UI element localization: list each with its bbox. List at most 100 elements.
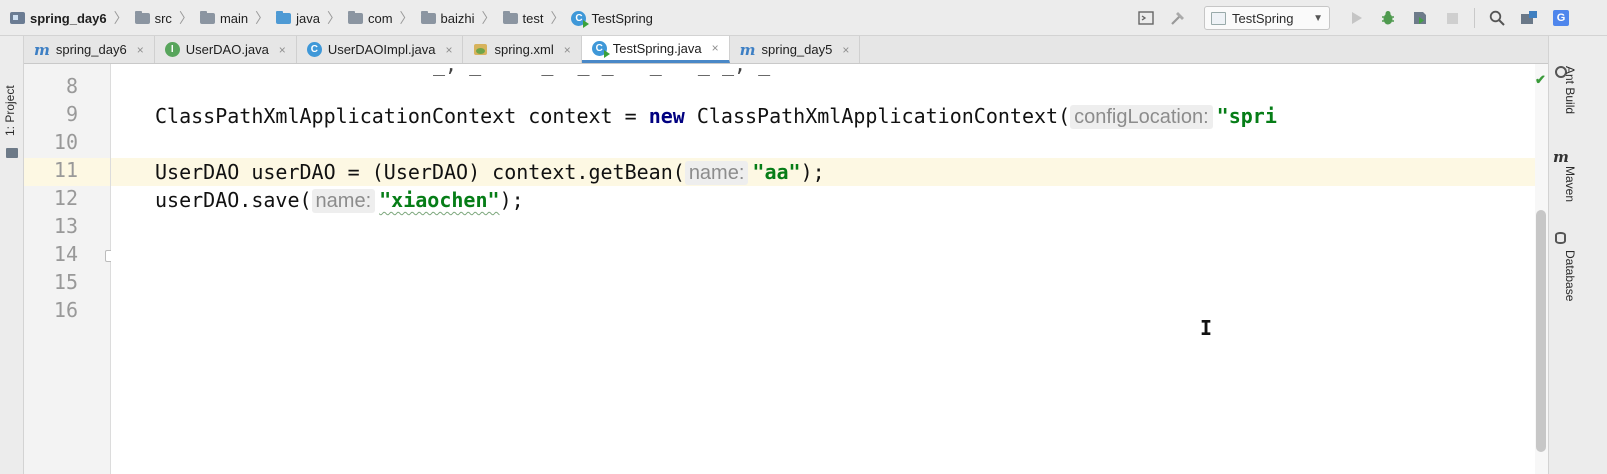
chevron-right-icon: 〉 <box>255 10 270 26</box>
chevron-right-icon: 〉 <box>399 10 414 26</box>
tab-label: spring_day6 <box>55 42 127 57</box>
chevron-down-icon: ▼ <box>1313 12 1323 24</box>
chevron-right-icon: 〉 <box>481 10 496 26</box>
code-token: userDAO.save( <box>155 188 312 212</box>
tab-label: TestSpring.java <box>612 40 702 56</box>
class-icon: C <box>571 10 590 28</box>
breadcrumb-item-spring-day6[interactable]: spring_day6 <box>10 11 107 26</box>
close-icon[interactable]: × <box>564 43 571 57</box>
code-editor[interactable]: _, _ _ _ _ _ _ _, _ ClassPathXmlApplicat… <box>111 64 1535 474</box>
close-icon[interactable]: × <box>842 43 849 57</box>
line-number: 8 <box>65 74 78 98</box>
breadcrumb-label: main <box>219 10 249 26</box>
tab-spring-xml[interactable]: spring.xml × <box>463 36 582 63</box>
google-icon[interactable]: G <box>1553 10 1569 26</box>
window-icon <box>1138 11 1154 25</box>
run-with-coverage-button[interactable] <box>1407 5 1433 31</box>
code-token: UserDAO userDAO = (UserDAO) context.getB… <box>155 160 685 184</box>
tab-userdao-java[interactable]: I UserDAO.java × <box>155 36 297 63</box>
code-line-partial: _, _ _ _ _ _ _ _, _ <box>433 64 771 76</box>
folder-icon <box>199 10 215 24</box>
breadcrumb-item-testspring[interactable]: C TestSpring <box>571 10 653 28</box>
maven-icon: m <box>34 40 50 59</box>
chevron-right-icon: 〉 <box>113 10 128 26</box>
maven-icon: m <box>739 40 756 59</box>
code-token: ); <box>800 160 825 184</box>
database-icon <box>1555 232 1566 244</box>
project-structure-button[interactable] <box>1133 5 1159 31</box>
breadcrumb-item-baizhi[interactable]: baizhi <box>420 10 475 26</box>
string-token: "xiaochen" <box>379 188 500 212</box>
project-tool-window-button[interactable]: 1: Project <box>3 85 17 136</box>
build-button[interactable] <box>1165 5 1191 31</box>
chevron-right-icon: 〉 <box>178 10 193 26</box>
hammer-icon <box>1171 12 1184 25</box>
code-token: context = <box>516 104 649 128</box>
database-tool-window-button[interactable]: Database <box>1563 250 1577 301</box>
source-folder-icon <box>276 10 292 24</box>
package-icon <box>420 10 436 24</box>
search-everywhere-button[interactable] <box>1484 5 1510 31</box>
breadcrumb-label: spring_day6 <box>30 10 107 26</box>
tab-testspring-java[interactable]: C TestSpring.java × <box>581 36 730 63</box>
class-icon: C <box>591 40 610 58</box>
debug-button[interactable] <box>1375 5 1401 31</box>
close-icon[interactable]: × <box>445 43 452 57</box>
code-line-12: userDAO.save(name: "xiaochen"); <box>155 186 524 214</box>
code-token: ClassPathXmlApplicationContext( <box>684 104 1071 128</box>
breadcrumb-item-test[interactable]: test <box>502 10 544 26</box>
breadcrumb-label: com <box>367 10 393 26</box>
keyword-token: new <box>648 104 685 128</box>
breadcrumb-label: baizhi <box>440 10 475 26</box>
stop-button[interactable] <box>1439 5 1465 31</box>
tab-spring-day5[interactable]: m spring_day5 × <box>730 36 861 63</box>
vcs-button[interactable] <box>1516 5 1542 31</box>
package-icon <box>347 10 363 24</box>
breadcrumb-item-java[interactable]: java <box>276 10 320 26</box>
folder-icon <box>134 10 150 24</box>
parameter-hint: name: <box>684 161 749 185</box>
tab-spring-day6[interactable]: m spring_day6 × <box>24 36 155 63</box>
type-token: ClassPathXmlApplicationContext <box>155 104 517 128</box>
play-icon <box>1352 12 1362 24</box>
stop-icon <box>1446 12 1458 24</box>
vcs-icon <box>1521 11 1537 24</box>
right-tool-stripe: G Ant Build m Maven Database <box>1548 10 1607 474</box>
ant-build-tool-window-button[interactable]: Ant Build <box>1563 66 1577 114</box>
interface-icon: I <box>164 42 180 57</box>
inspection-ok-icon[interactable]: ✔ <box>1535 72 1546 88</box>
line-number: 14 <box>53 242 78 266</box>
parameter-hint: configLocation: <box>1070 105 1213 129</box>
breadcrumb-item-com[interactable]: com <box>347 10 393 26</box>
maven-tool-window-button[interactable]: Maven <box>1563 166 1577 202</box>
vertical-scrollbar-thumb[interactable] <box>1536 210 1546 452</box>
run-configuration-label: TestSpring <box>1232 10 1294 26</box>
close-icon[interactable]: × <box>712 41 719 55</box>
breadcrumb-item-main[interactable]: main <box>199 10 249 26</box>
navigation-bar: spring_day6 〉 src 〉 main 〉 java 〉 com 〉 … <box>0 0 1607 36</box>
breadcrumb-item-src[interactable]: src <box>134 10 172 26</box>
left-tool-stripe: 1: Project <box>0 36 24 474</box>
breadcrumb-label: test <box>522 10 544 26</box>
string-token: "spri <box>1216 104 1277 128</box>
line-number-gutter[interactable]: 8 9 10 11 12 13 14 15 16 <box>24 64 116 474</box>
search-icon <box>1489 10 1505 26</box>
chevron-right-icon: 〉 <box>326 10 341 26</box>
chevron-right-icon: 〉 <box>550 10 565 26</box>
line-number: 11 <box>53 158 78 182</box>
close-icon[interactable]: × <box>137 43 144 57</box>
main-toolbar: TestSpring ▼ <box>1130 0 1545 36</box>
tab-userdaoimpl-java[interactable]: C UserDAOImpl.java × <box>297 36 464 63</box>
run-button[interactable] <box>1343 5 1369 31</box>
tab-label: UserDAO.java <box>185 42 269 57</box>
tab-label: spring_day5 <box>761 42 833 57</box>
maven-icon: m <box>1553 148 1569 166</box>
run-configuration-select[interactable]: TestSpring ▼ <box>1204 6 1330 30</box>
run-configuration-icon <box>1211 11 1226 25</box>
close-icon[interactable]: × <box>279 43 286 57</box>
text-cursor-icon: I <box>1200 316 1213 340</box>
breadcrumb-label: TestSpring <box>591 10 653 26</box>
coverage-icon <box>1414 12 1426 24</box>
line-number: 16 <box>53 298 78 322</box>
tab-label: spring.xml <box>494 42 554 57</box>
